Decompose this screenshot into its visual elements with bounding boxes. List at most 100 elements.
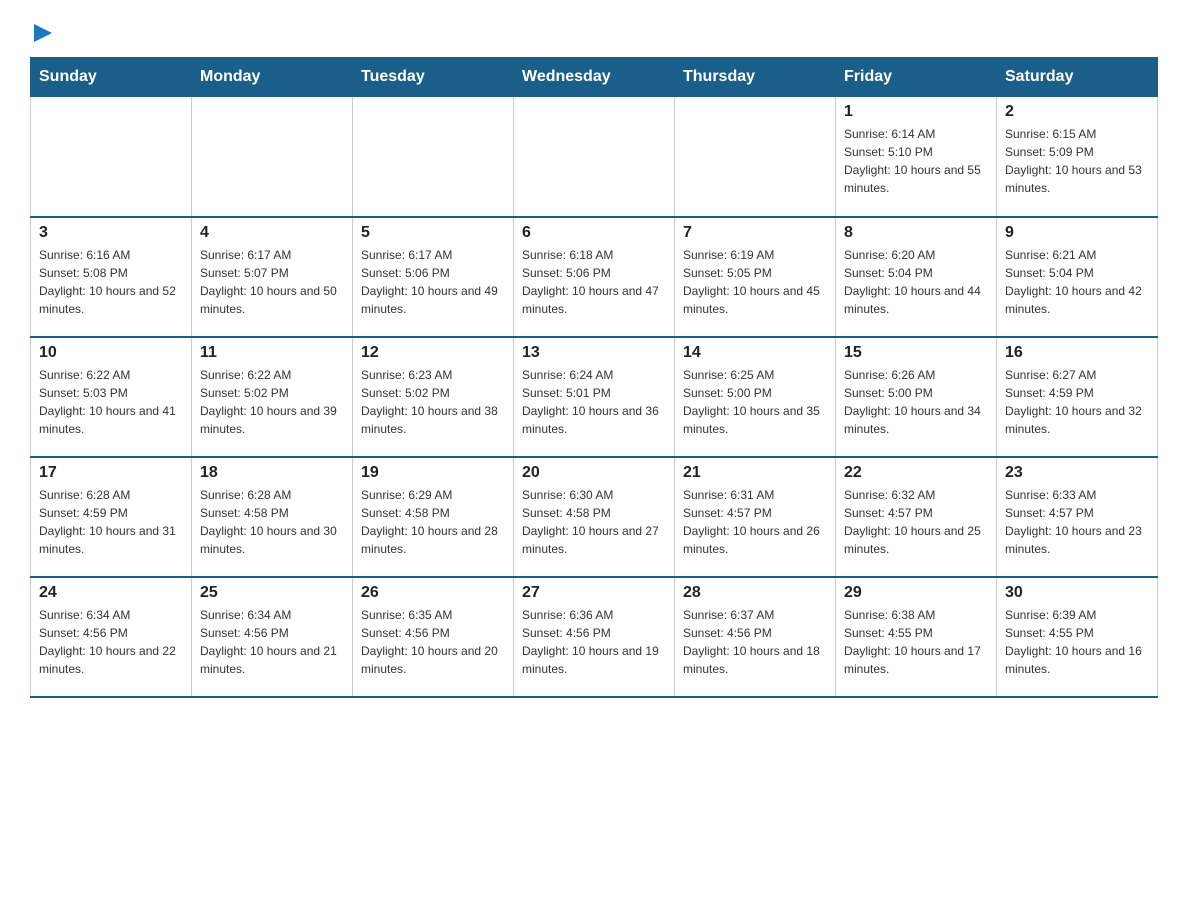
day-info: Sunrise: 6:35 AMSunset: 4:56 PMDaylight:… bbox=[361, 606, 505, 678]
calendar-cell: 28Sunrise: 6:37 AMSunset: 4:56 PMDayligh… bbox=[675, 577, 836, 697]
day-number: 25 bbox=[200, 584, 344, 602]
day-number: 21 bbox=[683, 464, 827, 482]
day-number: 13 bbox=[522, 344, 666, 362]
day-info: Sunrise: 6:34 AMSunset: 4:56 PMDaylight:… bbox=[200, 606, 344, 678]
day-number: 8 bbox=[844, 224, 988, 242]
day-number: 1 bbox=[844, 103, 988, 121]
day-number: 26 bbox=[361, 584, 505, 602]
header-saturday: Saturday bbox=[997, 58, 1158, 97]
calendar-cell bbox=[31, 97, 192, 217]
day-number: 17 bbox=[39, 464, 183, 482]
day-info: Sunrise: 6:26 AMSunset: 5:00 PMDaylight:… bbox=[844, 366, 988, 438]
calendar-cell bbox=[192, 97, 353, 217]
calendar-cell: 13 Sunrise: 6:24 AMSunset: 5:01 PMDayligh… bbox=[514, 337, 675, 457]
day-number: 23 bbox=[1005, 464, 1149, 482]
day-info: Sunrise: 6:30 AMSunset: 4:58 PMDaylight:… bbox=[522, 486, 666, 558]
day-number: 15 bbox=[844, 344, 988, 362]
day-number: 29 bbox=[844, 584, 988, 602]
day-info: Sunrise: 6:22 AMSunset: 5:03 PMDaylight:… bbox=[39, 366, 183, 438]
calendar-cell: 2Sunrise: 6:15 AMSunset: 5:09 PMDaylight… bbox=[997, 97, 1158, 217]
calendar-cell: 5 Sunrise: 6:17 AMSunset: 5:06 PMDaylight… bbox=[353, 217, 514, 337]
week-row-2: 10 Sunrise: 6:22 AMSunset: 5:03 PMDayligh… bbox=[31, 337, 1158, 457]
day-info: Sunrise: 6:39 AMSunset: 4:55 PMDaylight:… bbox=[1005, 606, 1149, 678]
calendar-cell: 10 Sunrise: 6:22 AMSunset: 5:03 PMDayligh… bbox=[31, 337, 192, 457]
day-info: Sunrise: 6:20 AMSunset: 5:04 PMDaylight:… bbox=[844, 246, 988, 318]
week-row-4: 24 Sunrise: 6:34 AMSunset: 4:56 PMDayligh… bbox=[31, 577, 1158, 697]
day-number: 22 bbox=[844, 464, 988, 482]
calendar-cell: 17 Sunrise: 6:28 AMSunset: 4:59 PMDayligh… bbox=[31, 457, 192, 577]
day-info: Sunrise: 6:38 AMSunset: 4:55 PMDaylight:… bbox=[844, 606, 988, 678]
calendar-cell: 21 Sunrise: 6:31 AMSunset: 4:57 PMDayligh… bbox=[675, 457, 836, 577]
day-number: 3 bbox=[39, 224, 183, 242]
calendar-cell bbox=[675, 97, 836, 217]
day-info: Sunrise: 6:36 AMSunset: 4:56 PMDaylight:… bbox=[522, 606, 666, 678]
day-info: Sunrise: 6:18 AMSunset: 5:06 PMDaylight:… bbox=[522, 246, 666, 318]
day-number: 19 bbox=[361, 464, 505, 482]
header-wednesday: Wednesday bbox=[514, 58, 675, 97]
day-info: Sunrise: 6:14 AMSunset: 5:10 PMDaylight:… bbox=[844, 125, 988, 197]
page-header bbox=[30, 20, 1158, 47]
day-info: Sunrise: 6:16 AMSunset: 5:08 PMDaylight:… bbox=[39, 246, 183, 318]
calendar-table: SundayMondayTuesdayWednesdayThursdayFrid… bbox=[30, 57, 1158, 698]
day-number: 16 bbox=[1005, 344, 1149, 362]
calendar-cell: 24 Sunrise: 6:34 AMSunset: 4:56 PMDayligh… bbox=[31, 577, 192, 697]
day-info: Sunrise: 6:19 AMSunset: 5:05 PMDaylight:… bbox=[683, 246, 827, 318]
day-info: Sunrise: 6:32 AMSunset: 4:57 PMDaylight:… bbox=[844, 486, 988, 558]
day-number: 11 bbox=[200, 344, 344, 362]
day-info: Sunrise: 6:17 AMSunset: 5:07 PMDaylight:… bbox=[200, 246, 344, 318]
calendar-cell: 20 Sunrise: 6:30 AMSunset: 4:58 PMDayligh… bbox=[514, 457, 675, 577]
week-row-3: 17 Sunrise: 6:28 AMSunset: 4:59 PMDayligh… bbox=[31, 457, 1158, 577]
header-sunday: Sunday bbox=[31, 58, 192, 97]
day-number: 27 bbox=[522, 584, 666, 602]
day-number: 10 bbox=[39, 344, 183, 362]
day-info: Sunrise: 6:29 AMSunset: 4:58 PMDaylight:… bbox=[361, 486, 505, 558]
calendar-cell: 22 Sunrise: 6:32 AMSunset: 4:57 PMDayligh… bbox=[836, 457, 997, 577]
day-number: 12 bbox=[361, 344, 505, 362]
calendar-body: 1 Sunrise: 6:14 AMSunset: 5:10 PMDaylight… bbox=[31, 97, 1158, 697]
day-info: Sunrise: 6:28 AMSunset: 4:59 PMDaylight:… bbox=[39, 486, 183, 558]
header-row: SundayMondayTuesdayWednesdayThursdayFrid… bbox=[31, 58, 1158, 97]
calendar-cell: 26 Sunrise: 6:35 AMSunset: 4:56 PMDayligh… bbox=[353, 577, 514, 697]
calendar-cell: 29 Sunrise: 6:38 AMSunset: 4:55 PMDayligh… bbox=[836, 577, 997, 697]
day-info: Sunrise: 6:25 AMSunset: 5:00 PMDaylight:… bbox=[683, 366, 827, 438]
day-info: Sunrise: 6:15 AMSunset: 5:09 PMDaylight:… bbox=[1005, 125, 1149, 197]
header-tuesday: Tuesday bbox=[353, 58, 514, 97]
day-info: Sunrise: 6:33 AMSunset: 4:57 PMDaylight:… bbox=[1005, 486, 1149, 558]
day-info: Sunrise: 6:27 AMSunset: 4:59 PMDaylight:… bbox=[1005, 366, 1149, 438]
day-info: Sunrise: 6:23 AMSunset: 5:02 PMDaylight:… bbox=[361, 366, 505, 438]
day-number: 28 bbox=[683, 584, 827, 602]
header-friday: Friday bbox=[836, 58, 997, 97]
day-info: Sunrise: 6:24 AMSunset: 5:01 PMDaylight:… bbox=[522, 366, 666, 438]
day-info: Sunrise: 6:22 AMSunset: 5:02 PMDaylight:… bbox=[200, 366, 344, 438]
day-info: Sunrise: 6:17 AMSunset: 5:06 PMDaylight:… bbox=[361, 246, 505, 318]
logo bbox=[30, 20, 52, 47]
calendar-cell: 27 Sunrise: 6:36 AMSunset: 4:56 PMDayligh… bbox=[514, 577, 675, 697]
logo-flag-icon bbox=[34, 24, 52, 42]
day-number: 20 bbox=[522, 464, 666, 482]
calendar-cell bbox=[353, 97, 514, 217]
day-info: Sunrise: 6:28 AMSunset: 4:58 PMDaylight:… bbox=[200, 486, 344, 558]
day-number: 14 bbox=[683, 344, 827, 362]
day-number: 5 bbox=[361, 224, 505, 242]
day-number: 6 bbox=[522, 224, 666, 242]
day-number: 4 bbox=[200, 224, 344, 242]
day-info: Sunrise: 6:34 AMSunset: 4:56 PMDaylight:… bbox=[39, 606, 183, 678]
calendar-cell: 3 Sunrise: 6:16 AMSunset: 5:08 PMDaylight… bbox=[31, 217, 192, 337]
calendar-cell: 14 Sunrise: 6:25 AMSunset: 5:00 PMDayligh… bbox=[675, 337, 836, 457]
calendar-cell: 9Sunrise: 6:21 AMSunset: 5:04 PMDaylight… bbox=[997, 217, 1158, 337]
week-row-0: 1 Sunrise: 6:14 AMSunset: 5:10 PMDaylight… bbox=[31, 97, 1158, 217]
header-thursday: Thursday bbox=[675, 58, 836, 97]
calendar-cell: 18Sunrise: 6:28 AMSunset: 4:58 PMDayligh… bbox=[192, 457, 353, 577]
day-number: 24 bbox=[39, 584, 183, 602]
day-info: Sunrise: 6:31 AMSunset: 4:57 PMDaylight:… bbox=[683, 486, 827, 558]
calendar-cell: 23 Sunrise: 6:33 AMSunset: 4:57 PMDayligh… bbox=[997, 457, 1158, 577]
calendar-cell: 6 Sunrise: 6:18 AMSunset: 5:06 PMDaylight… bbox=[514, 217, 675, 337]
calendar-cell: 12 Sunrise: 6:23 AMSunset: 5:02 PMDayligh… bbox=[353, 337, 514, 457]
calendar-cell: 19 Sunrise: 6:29 AMSunset: 4:58 PMDayligh… bbox=[353, 457, 514, 577]
calendar-cell: 16 Sunrise: 6:27 AMSunset: 4:59 PMDayligh… bbox=[997, 337, 1158, 457]
calendar-cell: 11 Sunrise: 6:22 AMSunset: 5:02 PMDayligh… bbox=[192, 337, 353, 457]
header-monday: Monday bbox=[192, 58, 353, 97]
day-number: 9 bbox=[1005, 224, 1149, 242]
calendar-header: SundayMondayTuesdayWednesdayThursdayFrid… bbox=[31, 58, 1158, 97]
day-number: 7 bbox=[683, 224, 827, 242]
